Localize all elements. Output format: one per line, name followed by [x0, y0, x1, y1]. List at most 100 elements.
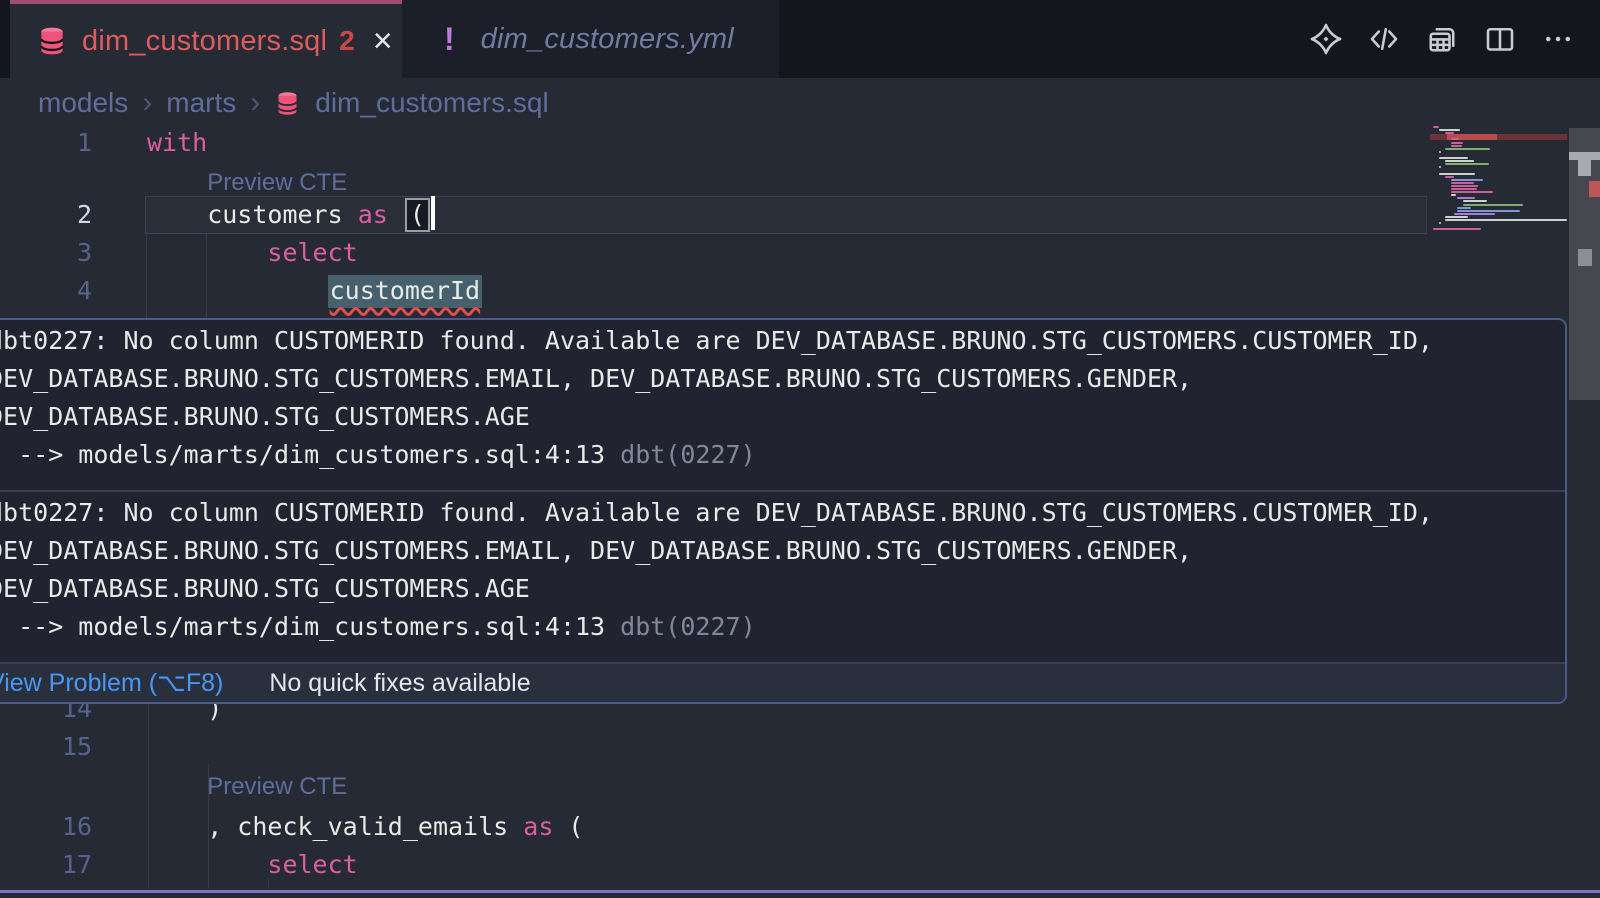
selection-marker: [1578, 249, 1592, 266]
scrollbar[interactable]: [1569, 128, 1600, 400]
compile-code-icon[interactable]: [1364, 19, 1404, 59]
chevron-right-icon: ›: [142, 86, 152, 120]
diagnostic-text-line: DEV_DATABASE.BRUNO.STG_CUSTOMERS.EMAIL, …: [0, 360, 1565, 398]
scrollbar-thumb-mark: [1569, 152, 1600, 160]
query-results-icon[interactable]: [1422, 19, 1462, 59]
minimap-code-line: [1439, 166, 1441, 168]
line-number: 2: [40, 196, 92, 234]
line-number: 4: [40, 272, 92, 310]
close-icon[interactable]: ×: [373, 24, 393, 58]
breadcrumb: models › marts › dim_customers.sql: [38, 78, 549, 128]
code-line: customers as (: [207, 196, 435, 234]
diagnostic-message: dbt0227: No column CUSTOMERID found. Ava…: [0, 320, 1565, 490]
tab-dim-customers-sql[interactable]: dim_customers.sql 2 ×: [10, 0, 402, 78]
minimap-code-line: [1457, 197, 1475, 199]
split-editor-icon[interactable]: [1480, 19, 1520, 59]
indent-guide: [268, 878, 269, 888]
minimap-code-line: [1439, 157, 1468, 159]
code-line: with: [147, 124, 207, 162]
code-line: select: [267, 846, 357, 884]
warning-icon: !: [444, 21, 455, 58]
minimap-code-line: [1445, 163, 1489, 165]
sql-keyword: select: [267, 238, 357, 267]
problem-hover-popup: dbt0227: No column CUSTOMERID found. Ava…: [0, 318, 1567, 704]
minimap-code-line: [1454, 213, 1495, 215]
sql-keyword: as: [358, 200, 388, 229]
minimap-code-line: [1451, 182, 1474, 184]
tab-title: dim_customers.yml: [481, 23, 734, 56]
sql-text: [388, 200, 403, 229]
tab-dirty-count: 2: [339, 25, 355, 57]
code-line: , check_valid_emails as (: [207, 808, 583, 846]
codelens-preview-cte[interactable]: Preview CTE: [207, 770, 347, 804]
minimap-code-line: [1433, 126, 1439, 128]
diagnostic-location-line: --> models/marts/dim_customers.sql:4:13 …: [0, 608, 1565, 646]
view-problem-link[interactable]: View Problem (⌥F8): [0, 668, 223, 698]
tab-dim-customers-yml[interactable]: ! dim_customers.yml: [402, 0, 779, 78]
sql-keyword: select: [267, 850, 357, 879]
minimap-code-line: [1451, 142, 1463, 144]
minimap-code-line: [1451, 185, 1478, 187]
sql-keyword: with: [147, 128, 207, 157]
diagnostic-text-line: dbt0227: No column CUSTOMERID found. Ava…: [0, 322, 1565, 360]
bracket-match: (: [405, 198, 430, 232]
code-line: select: [267, 234, 357, 272]
minimap-code-line: [1445, 176, 1454, 178]
minimap-code-line: [1457, 207, 1471, 209]
breadcrumb-marts[interactable]: marts: [166, 87, 236, 119]
minimap-code-line: [1463, 200, 1487, 202]
indent-guide: [206, 234, 207, 318]
sql-text: customers: [207, 200, 358, 229]
breadcrumb-models[interactable]: models: [38, 87, 128, 119]
minimap-code-line: [1445, 148, 1490, 150]
no-quick-fixes-label: No quick fixes available: [269, 669, 530, 698]
line-number: 1: [40, 124, 92, 162]
minimap-code-line: [1445, 216, 1468, 218]
sql-text: (: [553, 812, 583, 841]
diagnostic-text-line: dbt0227: No column CUSTOMERID found. Ava…: [0, 494, 1565, 532]
breadcrumb-file[interactable]: dim_customers.sql: [315, 87, 548, 119]
minimap-code-line: [1451, 145, 1462, 147]
editor-toolbar: [1306, 0, 1578, 78]
indent-guide: [148, 704, 149, 888]
diagnostic-message: dbt0227: No column CUSTOMERID found. Ava…: [0, 492, 1565, 662]
diagnostic-text-line: DEV_DATABASE.BRUNO.STG_CUSTOMERS.EMAIL, …: [0, 532, 1565, 570]
code-line: customerId: [328, 272, 483, 310]
chevron-right-icon: ›: [250, 86, 260, 120]
minimap-code-line: [1439, 151, 1441, 153]
text-cursor: [431, 196, 435, 230]
error-token: customerId: [328, 275, 483, 308]
more-actions-icon[interactable]: [1538, 19, 1578, 59]
minimap-code-line: [1433, 228, 1481, 230]
line-number: 16: [40, 808, 92, 846]
codelens-preview-cte[interactable]: Preview CTE: [207, 166, 347, 200]
minimap-code-line: [1445, 219, 1567, 221]
minimap-code-line: [1463, 204, 1523, 206]
line-number: 3: [40, 234, 92, 272]
minimap-code-line: [1445, 160, 1474, 162]
minimap-code-line: [1451, 191, 1493, 193]
diagnostic-location-line: --> models/marts/dim_customers.sql:4:13 …: [0, 436, 1565, 474]
panel-divider[interactable]: [0, 890, 1600, 893]
line-number: 15: [40, 728, 92, 766]
line-number: 17: [40, 846, 92, 884]
dbt-model-icon: [36, 25, 68, 57]
minimap-code-line: [1451, 188, 1477, 190]
dbt-logo-icon[interactable]: [1306, 19, 1346, 59]
diagnostic-source-code: dbt(0227): [620, 440, 755, 469]
minimap-code-line: [1451, 179, 1483, 181]
minimap-code-line: [1457, 210, 1520, 212]
minimap-code-line: [1439, 173, 1475, 175]
minimap-code-line: [1451, 194, 1456, 196]
editor-window: dim_customers.sql 2 × ! dim_customers.ym…: [0, 0, 1600, 898]
problem-popup-footer: View Problem (⌥F8) No quick fixes availa…: [0, 662, 1565, 702]
minimap-code-line: [1439, 222, 1441, 224]
tab-bar: dim_customers.sql 2 × ! dim_customers.ym…: [0, 0, 1600, 78]
minimap-code-line: [1439, 129, 1460, 131]
diagnostic-text-line: DEV_DATABASE.BRUNO.STG_CUSTOMERS.AGE: [0, 398, 1565, 436]
sql-text: , check_valid_emails: [207, 812, 523, 841]
error-marker: [1589, 181, 1600, 197]
diagnostic-text-line: DEV_DATABASE.BRUNO.STG_CUSTOMERS.AGE: [0, 570, 1565, 608]
sql-keyword: as: [523, 812, 553, 841]
indent-guide: [208, 764, 209, 888]
